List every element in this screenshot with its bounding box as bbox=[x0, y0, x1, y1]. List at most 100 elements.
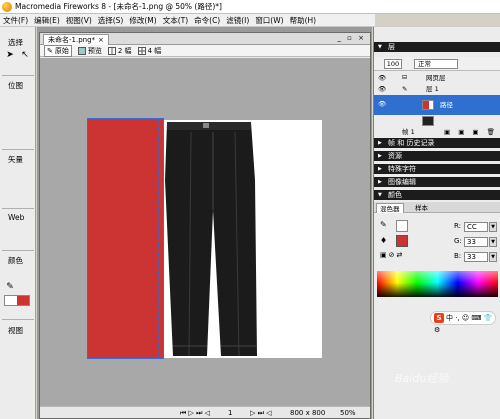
frame-nav-controls-right[interactable]: ▷ ⏭ ◁ bbox=[250, 409, 272, 418]
menu-view[interactable]: 视图(V) bbox=[63, 15, 95, 26]
canvas-pasteboard[interactable] bbox=[40, 58, 370, 406]
stroke-pencil-icon[interactable]: ✎ bbox=[380, 220, 387, 229]
menu-bar: 文件(F) 编辑(E) 视图(V) 选择(S) 修改(M) 文本(T) 命令(C… bbox=[0, 14, 375, 27]
layer-row-web[interactable]: 👁 ⊟ 网页层 bbox=[374, 73, 500, 83]
b-label: B: bbox=[454, 252, 462, 260]
frame-nav-controls[interactable]: ⏮ ▷ ⏭ ◁ bbox=[180, 409, 210, 418]
ime-toolbar[interactable]: S中 ·, ☺ ⌨ 👕 ⚙ bbox=[430, 311, 496, 334]
mixer-row-g: ♦ G: 33 ▼ bbox=[374, 235, 500, 248]
document-window: 未命名-1.png* × _ ▫ × ✎ 原始 预览 2 幅 4 幅 ⏮ ▷ ⏭… bbox=[39, 32, 371, 419]
tools-section-view: 视图 bbox=[8, 326, 23, 335]
tools-section-web: Web bbox=[8, 213, 25, 222]
preview-icon bbox=[77, 46, 86, 55]
canvas-size-readout: 800 x 800 bbox=[290, 409, 326, 417]
tab-swatches[interactable]: 样本 bbox=[412, 203, 431, 213]
menu-help[interactable]: 帮助(H) bbox=[287, 15, 320, 26]
panel-frames-history-header[interactable]: 帧 和 历史记录 bbox=[374, 138, 500, 148]
layer-opacity-field[interactable]: 100 bbox=[384, 59, 402, 69]
panel-color-header[interactable]: 颜色 bbox=[374, 190, 500, 200]
subselect-tool-icon[interactable]: ↖ bbox=[19, 49, 31, 61]
title-bar: Macromedia Fireworks 8 - [未命名-1.png @ 50… bbox=[0, 0, 500, 14]
eye-icon[interactable]: 👁 bbox=[378, 73, 386, 83]
zoom-level-select[interactable]: 50% bbox=[340, 409, 356, 417]
g-stepper[interactable]: ▼ bbox=[489, 237, 497, 247]
document-window-buttons[interactable]: _ ▫ × bbox=[337, 34, 366, 42]
tools-panel: 选择 ➤ ↖ 位图 矢量 Web 颜色 ✎ 视图 bbox=[0, 27, 36, 419]
menu-modify[interactable]: 修改(M) bbox=[126, 15, 159, 26]
menu-commands[interactable]: 命令(C) bbox=[191, 15, 223, 26]
menu-window[interactable]: 窗口(W) bbox=[252, 15, 286, 26]
window-title: Macromedia Fireworks 8 - [未命名-1.png @ 50… bbox=[15, 2, 222, 11]
object-row-path[interactable]: 👁 路径 bbox=[374, 95, 500, 115]
tools-divider bbox=[2, 319, 34, 320]
layers-bottom-bar: 帧 1 ▣ ▣ ▣ 🗑 bbox=[374, 127, 500, 137]
pointer-tool-icon[interactable]: ➤ bbox=[4, 49, 16, 61]
path-thumbnail bbox=[422, 100, 434, 110]
expand-icon[interactable]: ⊟ bbox=[402, 73, 407, 83]
view-preview-button[interactable]: 预览 bbox=[77, 46, 102, 56]
menu-edit[interactable]: 编辑(E) bbox=[31, 15, 63, 26]
panel-assets-header[interactable]: 资源 bbox=[374, 151, 500, 161]
eye-icon[interactable]: 👁 bbox=[378, 99, 386, 109]
menu-text[interactable]: 文本(T) bbox=[160, 15, 191, 26]
tools-section-color: 颜色 bbox=[8, 256, 23, 265]
panel-layers-header[interactable]: 层 bbox=[374, 42, 500, 52]
r-value-input[interactable]: CC bbox=[464, 222, 488, 232]
panel-dock: 层 100 正常 👁 ⊟ 网页层 👁 ✎ 层 1 👁 路径 帧 1 ▣ ▣ ▣ … bbox=[373, 27, 500, 419]
trousers-image[interactable] bbox=[161, 120, 261, 356]
b-stepper[interactable]: ▼ bbox=[489, 252, 497, 262]
g-label: G: bbox=[454, 237, 462, 245]
fill-color-swatch[interactable] bbox=[396, 235, 408, 247]
tools-section-bitmap: 位图 bbox=[8, 81, 23, 90]
object-name: 路径 bbox=[440, 101, 453, 109]
pen-icon: ✎ bbox=[47, 46, 53, 55]
r-stepper[interactable]: ▼ bbox=[489, 222, 497, 232]
frame-label: 帧 1 bbox=[402, 128, 415, 136]
panel-special-chars-header[interactable]: 特殊字符 bbox=[374, 164, 500, 174]
trousers-thumbnail bbox=[422, 116, 434, 126]
b-value-input[interactable]: 33 bbox=[464, 252, 488, 262]
tools-divider bbox=[2, 149, 34, 150]
color-spectrum-picker[interactable] bbox=[377, 271, 498, 297]
blend-mode-select[interactable]: 正常 bbox=[414, 59, 458, 69]
tools-divider bbox=[2, 208, 34, 209]
fill-bucket-icon[interactable]: ♦ bbox=[380, 236, 387, 245]
tab-close-icon[interactable]: × bbox=[98, 36, 104, 44]
menu-filters[interactable]: 滤镜(I) bbox=[223, 15, 252, 26]
layers-toolbar: 100 正常 bbox=[374, 57, 500, 71]
menu-select[interactable]: 选择(S) bbox=[95, 15, 127, 26]
stroke-color-swatch[interactable] bbox=[396, 220, 408, 232]
document-area: 未命名-1.png* × _ ▫ × ✎ 原始 预览 2 幅 4 幅 ⏮ ▷ ⏭… bbox=[37, 27, 372, 419]
document-status-bar: ⏮ ▷ ⏭ ◁ 1 ▷ ⏭ ◁ 800 x 800 50% bbox=[40, 406, 370, 418]
color-tabs: 混色器 样本 bbox=[374, 202, 500, 213]
stroke-color-pencil-icon[interactable]: ✎ bbox=[4, 281, 16, 293]
4up-icon bbox=[137, 46, 146, 55]
menu-file[interactable]: 文件(F) bbox=[0, 15, 31, 26]
selected-red-path[interactable] bbox=[87, 118, 164, 359]
tools-divider bbox=[2, 250, 34, 251]
edit-pencil-icon[interactable]: ✎ bbox=[402, 84, 407, 94]
view-original-button[interactable]: ✎ 原始 bbox=[44, 44, 72, 57]
r-label: R: bbox=[454, 222, 462, 230]
tools-section-vector: 矢量 bbox=[8, 155, 23, 164]
layer-name: 层 1 bbox=[426, 85, 439, 93]
document-tab[interactable]: 未命名-1.png* × bbox=[43, 34, 109, 45]
view-2up-button[interactable]: 2 幅 bbox=[107, 46, 132, 56]
layer-row-1[interactable]: 👁 ✎ 层 1 bbox=[374, 84, 500, 94]
color-swap-icons[interactable]: ▣⊘⇄ bbox=[380, 251, 404, 259]
eye-icon[interactable]: 👁 bbox=[378, 84, 386, 94]
2up-icon bbox=[107, 46, 116, 55]
baidu-watermark: Baidu经验 bbox=[395, 372, 449, 385]
layer-action-icons[interactable]: ▣ ▣ ▣ 🗑 bbox=[444, 127, 498, 137]
panel-image-edit-header[interactable]: 图像编辑 bbox=[374, 177, 500, 187]
view-4up-button[interactable]: 4 幅 bbox=[137, 46, 161, 56]
mixer-row-b: ▣⊘⇄ B: 33 ▼ bbox=[374, 251, 500, 263]
fill-color-well[interactable] bbox=[4, 295, 30, 306]
layer-name: 网页层 bbox=[426, 74, 446, 82]
frame-number: 1 bbox=[228, 409, 233, 417]
layer-row-trousers[interactable] bbox=[374, 116, 500, 126]
mixer-row-r: ✎ R: CC ▼ bbox=[374, 220, 500, 233]
tab-mixer[interactable]: 混色器 bbox=[376, 203, 404, 213]
g-value-input[interactable]: 33 bbox=[464, 237, 488, 247]
sogou-icon: S bbox=[434, 313, 444, 323]
